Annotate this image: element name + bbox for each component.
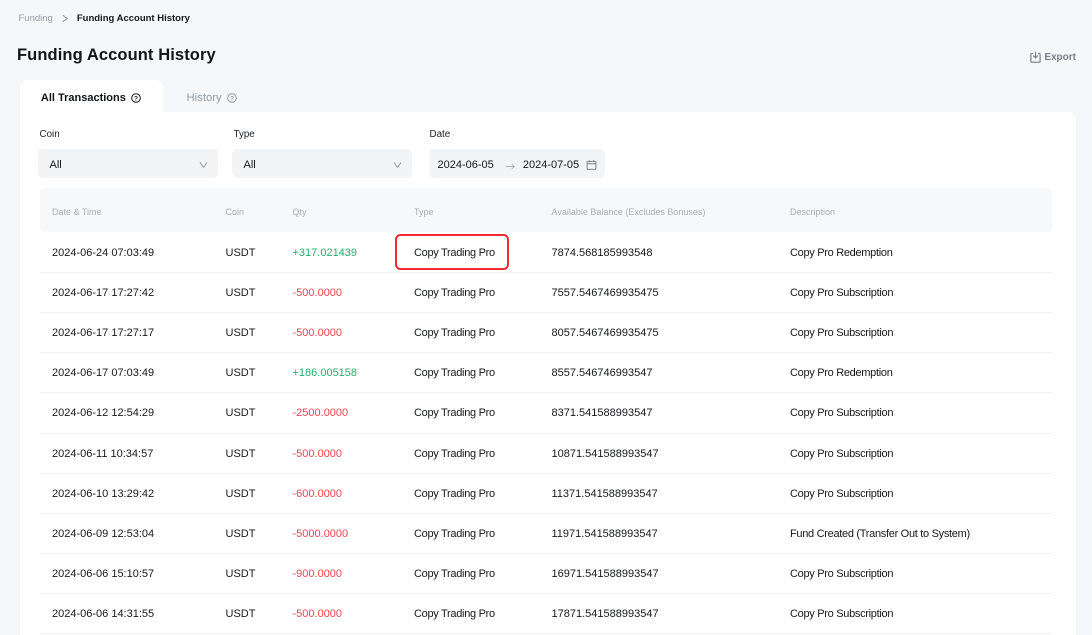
- svg-text:?: ?: [134, 95, 138, 102]
- svg-text:?: ?: [230, 95, 234, 102]
